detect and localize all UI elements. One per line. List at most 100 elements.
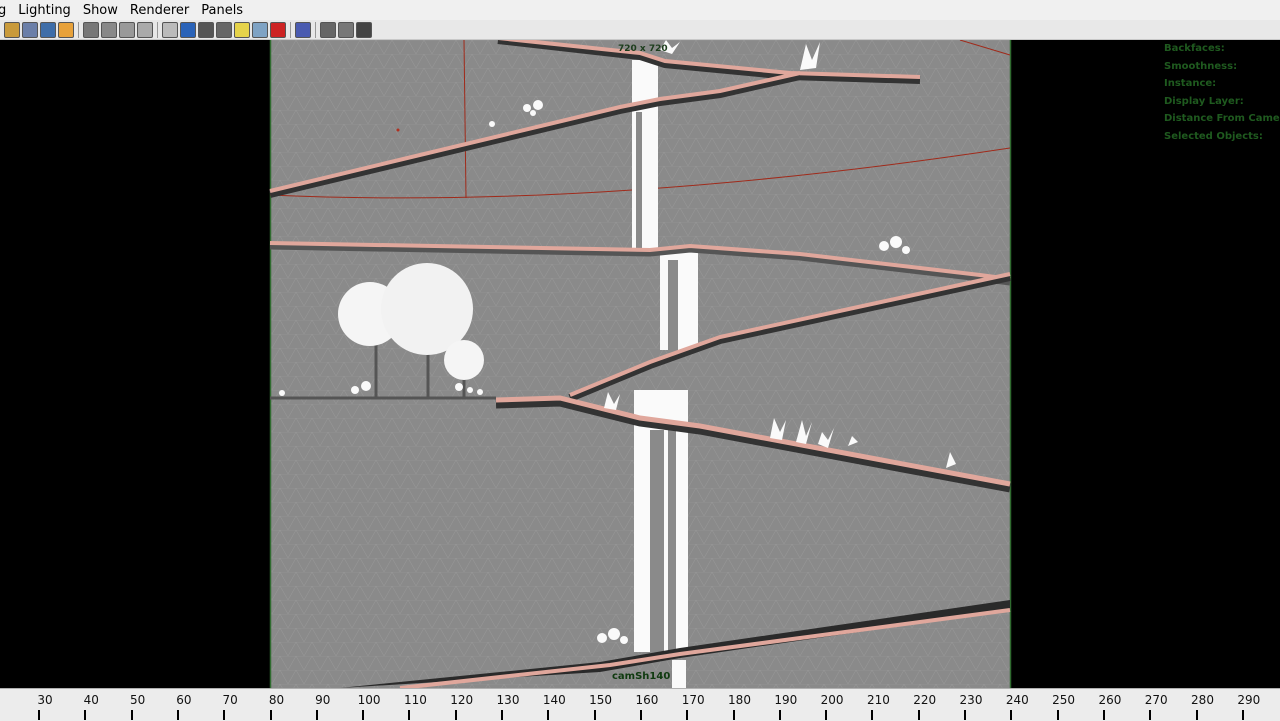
timeline-frame-label: 180 [728,693,751,707]
menu-renderer[interactable]: Renderer [122,3,193,18]
pillar [632,60,658,248]
panel-toolbar [0,20,1280,40]
resolution-gate-icon[interactable] [119,21,135,38]
wireframe-icon[interactable] [162,21,178,38]
timeline-tick [1102,710,1105,720]
image-plane-icon[interactable] [58,21,74,38]
scene-render [269,40,1012,688]
timeline-frame-label: 250 [1052,693,1076,707]
timeline-tick [223,710,226,720]
timeline-tick [1149,710,1152,720]
timeline-tick [130,710,133,720]
timeline-frame-label: 30 [37,693,53,707]
timeline-frame-label: 190 [774,693,798,707]
timeline-tick [84,710,87,720]
timeline-frame-label: 60 [176,693,192,707]
timeline-frame-label: 50 [129,693,146,707]
pillar-gap [650,430,664,652]
heads-up-display: Backfaces: Smoothness: Instance: Display… [1164,40,1280,146]
safe-title-icon[interactable] [137,21,153,38]
timeline-frame-label: 90 [315,693,331,707]
timeline-frame-label: 40 [83,693,99,707]
timeline-tick [38,710,40,720]
menu-item-cutoff[interactable]: g [0,3,10,18]
timeline-tick [362,710,365,720]
timeline-frame-label: 220 [913,693,937,707]
timeline-frame-label: 200 [820,693,844,707]
timeline-tick [778,710,781,720]
timeline-tick [1010,710,1013,720]
timeline-tick [1056,710,1059,720]
xray-active-icon[interactable] [356,21,372,38]
timeline-tick [871,710,874,720]
timeline-tick [1195,710,1198,720]
timeline-frame-label: 110 [403,693,427,707]
timeline-frame-label: 160 [635,693,659,707]
bookmark-icon[interactable] [40,21,56,38]
select-camera-icon[interactable] [4,21,20,38]
toolbar-separator [290,21,291,38]
timeline-frame-label: 230 [959,693,983,707]
pillar-gap [636,112,642,248]
3d-viewport[interactable]: 720 x 720 camSh140 Backfaces: Smoothness… [0,40,1280,688]
timeline-frame-label: 150 [589,693,613,707]
hud-instance: Instance: [1164,78,1217,90]
timeline-frame-label: 100 [357,693,381,707]
isolate-select-icon[interactable] [295,21,311,38]
default-material-icon[interactable] [216,21,232,38]
time-slider[interactable]: 30 40 50 60 70 80 90 100 110 120 130 140 150 160 170 18… [0,688,1280,721]
timeline-frame-label: 290 [1237,693,1261,707]
toolbar-separator [78,21,79,38]
timeline-frame-label: 270 [1144,693,1168,707]
timeline-tick [825,710,828,720]
pillar-gap [668,430,676,652]
timeline-tick [315,710,318,720]
timeline-tick [732,710,735,720]
lights-icon[interactable] [234,21,250,38]
xray-joints-icon[interactable] [338,21,354,38]
timeline-tick [454,710,457,720]
grid-icon[interactable] [83,21,99,38]
toolbar-separator [315,21,316,38]
menu-bar: g Lighting Show Renderer Panels [0,0,1280,20]
timeline-frame-label: 170 [681,693,705,707]
marker-dot [396,128,400,132]
hud-display-layer: Display Layer: [1164,95,1244,107]
camera-name-label: camSh140 [612,671,671,682]
hud-distance-from-camera: Distance From Camera: [1164,113,1280,125]
menu-show[interactable]: Show [75,3,122,18]
timeline-tick [501,710,503,720]
pillar [672,660,686,688]
toolbar-separator [157,21,158,38]
hud-smoothness: Smoothness: [1164,60,1238,72]
menu-panels[interactable]: Panels [193,3,247,18]
pillar [660,250,698,350]
pillar-gap [668,260,678,350]
timeline-tick [547,710,550,720]
shaded-wireframe-icon[interactable] [198,21,214,38]
smooth-shade-icon[interactable] [180,21,196,38]
high-quality-icon[interactable] [270,21,286,38]
hud-backfaces: Backfaces: [1164,43,1225,54]
film-gate-icon[interactable] [101,21,117,38]
timeline-tick [593,710,596,720]
timeline-frame-label: 280 [1191,693,1214,707]
xray-icon[interactable] [320,21,336,38]
camera-attributes-icon[interactable] [22,21,38,38]
timeline-frame-label: 80 [268,693,285,707]
timeline-tick [917,710,920,720]
timeline-tick [269,710,272,720]
timeline-frame-label: 130 [496,693,520,707]
timeline-tick [408,710,411,720]
menu-lighting[interactable]: Lighting [10,3,75,18]
timeline-frame-label: 240 [1005,693,1029,707]
timeline-tick [686,710,689,720]
timeline-frame-label: 70 [222,693,238,707]
timeline-tick [639,710,642,720]
timeline-frame-label: 140 [542,693,566,707]
hud-selected-objects: Selected Objects: [1164,130,1263,142]
shadows-icon[interactable] [252,21,268,38]
resolution-gate-label: 720 x 720 [618,44,668,54]
timeline-frame-label: 210 [866,693,890,707]
timeline-frame-label: 260 [1098,693,1122,707]
